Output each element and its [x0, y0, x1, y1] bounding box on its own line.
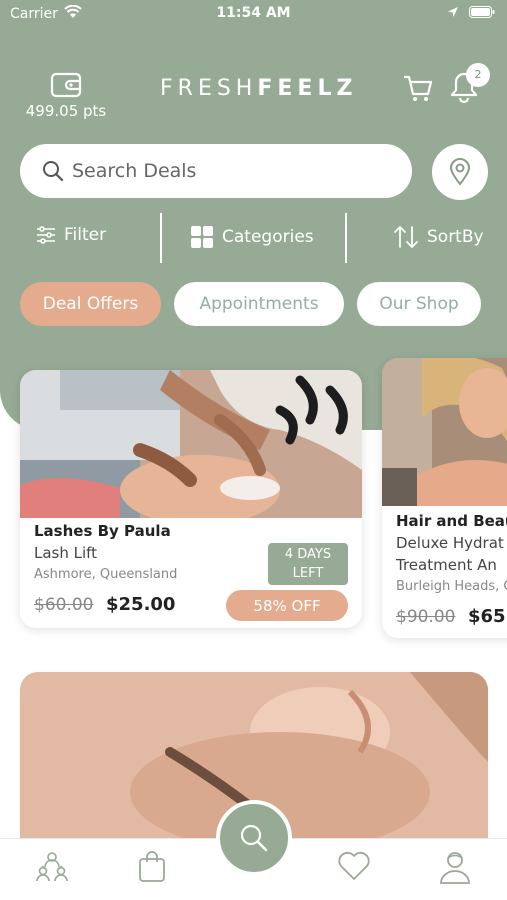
tab-our-shop[interactable]: Our Shop [357, 282, 481, 326]
deal-location: Ashmore, Queensland [34, 567, 178, 582]
sliders-icon [37, 226, 55, 244]
deal-photo [20, 370, 362, 518]
deal-photo [382, 358, 507, 506]
deal-provider: Hair and Beau [396, 512, 507, 530]
toolbar-divider [160, 213, 162, 263]
status-time: 11:54 AM [216, 5, 291, 21]
deal-old-price: $90.00 [396, 607, 456, 627]
sort-label: SortBy [427, 227, 484, 247]
shopping-bag-icon[interactable] [136, 849, 168, 889]
search-icon [43, 161, 64, 182]
search-tab-button[interactable] [216, 800, 292, 876]
sort-arrows-icon [394, 226, 418, 248]
notification-badge: 2 [466, 63, 490, 87]
tab-deal-offers[interactable]: Deal Offers [20, 282, 161, 326]
search-bar[interactable]: Search Deals [20, 144, 412, 198]
wallet-points[interactable]: 499.05 pts [20, 72, 112, 120]
days-left-badge: 4 DAYS LEFT [268, 543, 348, 585]
deal-old-price: $60.00 [34, 595, 94, 615]
map-pin-icon [449, 158, 471, 186]
discount-badge: 58% OFF [226, 590, 348, 621]
deal-provider: Lashes By Paula [34, 522, 171, 540]
status-bar: Carrier 11:54 AM [0, 0, 507, 28]
profile-icon[interactable] [438, 849, 472, 889]
categories-button[interactable]: Categories [190, 225, 314, 249]
categories-label: Categories [222, 227, 314, 247]
deal-service: Treatment An [396, 556, 497, 574]
deal-new-price: $25.00 [106, 594, 176, 615]
deal-service: Deluxe Hydrat [396, 534, 504, 552]
points-balance: 499.05 pts [25, 102, 107, 120]
deal-new-price: $65. [468, 606, 507, 627]
search-placeholder: Search Deals [72, 160, 197, 182]
filter-toolbar: Filter Categories SortBy [0, 213, 507, 263]
toolbar-divider [345, 213, 347, 263]
grid-icon [191, 226, 213, 248]
filter-button[interactable]: Filter [36, 225, 106, 245]
community-icon[interactable] [34, 849, 70, 889]
location-button[interactable] [432, 144, 488, 200]
deal-card[interactable]: Lashes By Paula Lash Lift Ashmore, Queen… [20, 370, 362, 628]
search-icon [240, 824, 268, 852]
location-arrow-icon [447, 6, 459, 22]
tab-appointments[interactable]: Appointments [174, 282, 344, 326]
sort-button[interactable]: SortBy [393, 225, 484, 249]
deal-service: Lash Lift [34, 544, 98, 562]
battery-icon [469, 6, 495, 22]
heart-icon[interactable] [336, 849, 372, 887]
cart-icon[interactable] [402, 74, 434, 108]
wallet-icon [50, 72, 82, 98]
deal-location: Burleigh Heads, Q [396, 579, 507, 594]
deal-card[interactable]: Hair and Beau Deluxe Hydrat Treatment An… [382, 358, 507, 638]
filter-label: Filter [64, 225, 107, 245]
brand-logo: FRESHFEELZ [160, 76, 358, 101]
